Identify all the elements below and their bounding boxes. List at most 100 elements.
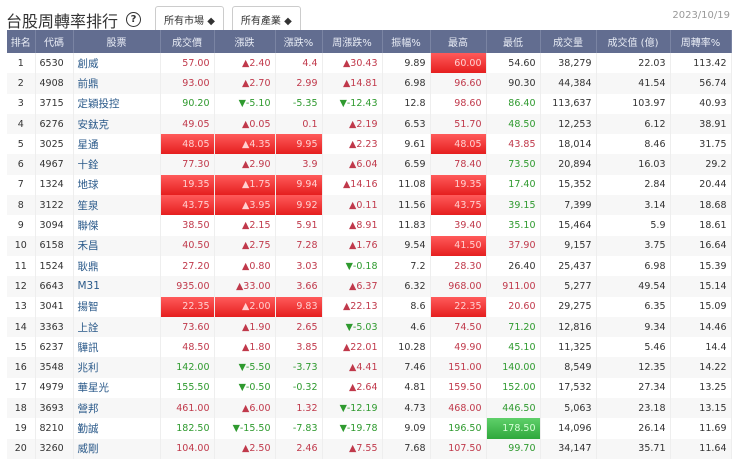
code-cell[interactable]: 3094 bbox=[35, 215, 74, 236]
code-cell[interactable]: 6643 bbox=[35, 276, 74, 297]
code-cell[interactable]: 6276 bbox=[35, 113, 74, 135]
change-pct-cell: -7.83 bbox=[275, 418, 323, 439]
column-header[interactable]: 最低 bbox=[486, 30, 541, 53]
stock-name-cell[interactable]: 揚智 bbox=[73, 296, 161, 317]
volume-cell: 11,325 bbox=[540, 337, 597, 358]
table-row[interactable]: 15 6237 驊訊 48.50 ▲1.80 3.85 ▲22.01 10.28 49.90 45… bbox=[7, 337, 732, 358]
high-cell: 39.40 bbox=[430, 215, 487, 236]
rank-cell: 18 bbox=[7, 398, 36, 419]
table-row[interactable]: 12 6643 M31 935.00 ▲33.00 3.66 ▲6.37 6.32 968.00… bbox=[7, 276, 732, 297]
table-row[interactable]: 8 3122 笙泉 43.75 ▲3.95 9.92 ▲0.11 11.56 43.75 39.1… bbox=[7, 195, 732, 216]
table-row[interactable]: 5 3025 星通 48.05 ▲4.35 9.95 ▲2.23 9.61 48.05 43.85… bbox=[7, 134, 732, 155]
stock-name-cell[interactable]: 十銓 bbox=[73, 154, 161, 175]
table-row[interactable]: 11 1524 耿鼎 27.20 ▲0.80 3.03 ▼-0.18 7.2 28.30 26.4… bbox=[7, 255, 732, 277]
stock-name-cell[interactable]: 上詮 bbox=[73, 316, 161, 338]
stock-name-cell[interactable]: 笙泉 bbox=[73, 195, 161, 216]
value-cell: 49.54 bbox=[596, 276, 671, 297]
code-cell[interactable]: 1524 bbox=[35, 255, 74, 277]
code-cell[interactable]: 4908 bbox=[35, 73, 74, 94]
table-row[interactable]: 1 6530 創威 57.00 ▲2.40 4.4 ▲30.43 9.89 60.00 54.60… bbox=[7, 53, 732, 74]
stock-name-cell[interactable]: 驊訊 bbox=[73, 337, 161, 358]
table-row[interactable]: 20 3260 威剛 104.00 ▲2.50 2.46 ▲7.55 7.68 107.50 99… bbox=[7, 438, 732, 459]
help-icon[interactable]: ? bbox=[126, 12, 142, 27]
market-select[interactable]: 所有市場 ◆ bbox=[155, 6, 224, 33]
column-header[interactable]: 周漲跌% bbox=[322, 30, 383, 53]
column-header[interactable]: 漲跌 bbox=[214, 30, 276, 53]
table-row[interactable]: 18 3693 營邦 461.00 ▲6.00 1.32 ▼-12.19 4.73 468.00… bbox=[7, 398, 732, 419]
low-cell: 446.50 bbox=[486, 398, 541, 419]
table-row[interactable]: 6 4967 十銓 77.30 ▲2.90 3.9 ▲6.04 6.59 78.40 73.50 2… bbox=[7, 154, 732, 175]
code-cell[interactable]: 6158 bbox=[35, 235, 74, 256]
code-cell[interactable]: 6237 bbox=[35, 337, 74, 358]
column-header[interactable]: 周轉率% bbox=[670, 30, 732, 53]
table-row[interactable]: 10 6158 禾昌 40.50 ▲2.75 7.28 ▲1.76 9.54 41.50 37.9… bbox=[7, 235, 732, 256]
table-row[interactable]: 19 8210 勤誠 182.50 ▼-15.50 -7.83 ▼-19.78 9.09 196… bbox=[7, 418, 732, 439]
code-cell[interactable]: 4979 bbox=[35, 377, 74, 399]
code-cell[interactable]: 8210 bbox=[35, 418, 74, 439]
rank-cell: 9 bbox=[7, 215, 36, 236]
stock-name-cell[interactable]: 安鈦克 bbox=[73, 113, 161, 135]
stock-name-cell[interactable]: 前鼎 bbox=[73, 73, 161, 94]
change-pct-cell: -3.73 bbox=[275, 357, 323, 378]
table-row[interactable]: 3 3715 定穎投控 90.20 ▼-5.10 -5.35 ▼-12.43 12.8 98.6… bbox=[7, 93, 732, 114]
code-cell[interactable]: 1324 bbox=[35, 174, 74, 196]
column-header[interactable]: 成交值 (億) bbox=[596, 30, 671, 53]
change-pct-cell: 3.66 bbox=[275, 276, 323, 297]
price-cell: 73.60 bbox=[160, 316, 215, 338]
change-pct-cell: 9.92 bbox=[275, 195, 323, 216]
column-header[interactable]: 成交量 bbox=[540, 30, 597, 53]
column-header[interactable]: 漲跌% bbox=[275, 30, 323, 53]
table-row[interactable]: 13 3041 揚智 22.35 ▲2.00 9.83 ▲22.13 8.6 22.35 20.6… bbox=[7, 296, 732, 317]
table-row[interactable]: 2 4908 前鼎 93.00 ▲2.70 2.99 ▲14.81 6.98 96.60 90.3… bbox=[7, 73, 732, 94]
code-cell[interactable]: 3363 bbox=[35, 316, 74, 338]
amplitude-cell: 11.08 bbox=[382, 174, 431, 196]
volume-cell: 17,532 bbox=[540, 377, 597, 399]
code-cell[interactable]: 3260 bbox=[35, 438, 74, 459]
amplitude-cell: 9.09 bbox=[382, 418, 431, 439]
column-header[interactable]: 振幅% bbox=[382, 30, 431, 53]
change-pct-cell: 9.83 bbox=[275, 296, 323, 317]
column-header[interactable]: 成交價 bbox=[160, 30, 215, 53]
price-cell: 142.00 bbox=[160, 357, 215, 378]
stock-name-cell[interactable]: 耿鼎 bbox=[73, 255, 161, 277]
value-cell: 22.03 bbox=[596, 53, 671, 74]
code-cell[interactable]: 4967 bbox=[35, 154, 74, 175]
volume-cell: 5,277 bbox=[540, 276, 597, 297]
stock-name-cell[interactable]: 兆利 bbox=[73, 357, 161, 378]
table-row[interactable]: 9 3094 聯傑 38.50 ▲2.15 5.91 ▲8.91 11.83 39.40 35.1… bbox=[7, 215, 732, 236]
volume-cell: 15,352 bbox=[540, 174, 597, 196]
stock-name-cell[interactable]: 華星光 bbox=[73, 377, 161, 399]
stock-name-cell[interactable]: 地球 bbox=[73, 174, 161, 196]
stock-name-cell[interactable]: 營邦 bbox=[73, 398, 161, 419]
stock-name-cell[interactable]: 定穎投控 bbox=[73, 93, 161, 114]
column-header[interactable]: 最高 bbox=[430, 30, 487, 53]
stock-name-cell[interactable]: 威剛 bbox=[73, 438, 161, 459]
stock-name-cell[interactable]: 聯傑 bbox=[73, 215, 161, 236]
low-cell: 20.60 bbox=[486, 296, 541, 317]
stock-name-cell[interactable]: 星通 bbox=[73, 134, 161, 155]
column-header[interactable]: 股票 bbox=[73, 30, 161, 53]
column-header[interactable]: 排名 bbox=[7, 30, 36, 53]
turnover-cell: 18.61 bbox=[670, 215, 732, 236]
stock-name-cell[interactable]: 勤誠 bbox=[73, 418, 161, 439]
code-cell[interactable]: 3715 bbox=[35, 93, 74, 114]
table-row[interactable]: 17 4979 華星光 155.50 ▼-0.50 -0.32 ▲2.64 4.81 159.5… bbox=[7, 377, 732, 399]
code-cell[interactable]: 3693 bbox=[35, 398, 74, 419]
table-row[interactable]: 4 6276 安鈦克 49.05 ▲0.05 0.1 ▲2.19 6.53 51.70 48.50… bbox=[7, 113, 732, 135]
stock-name-cell[interactable]: 創威 bbox=[73, 53, 161, 74]
table-row[interactable]: 7 1324 地球 19.35 ▲1.75 9.94 ▲14.16 11.08 19.35 17.… bbox=[7, 174, 732, 196]
code-cell[interactable]: 3041 bbox=[35, 296, 74, 317]
stock-name-cell[interactable]: 禾昌 bbox=[73, 235, 161, 256]
code-cell[interactable]: 3122 bbox=[35, 195, 74, 216]
table-row[interactable]: 14 3363 上詮 73.60 ▲1.90 2.65 ▼-5.03 4.6 74.50 71.2… bbox=[7, 316, 732, 338]
column-header[interactable]: 代碼 bbox=[35, 30, 74, 53]
stock-name-cell[interactable]: M31 bbox=[73, 276, 161, 297]
table-row[interactable]: 16 3548 兆利 142.00 ▼-5.50 -3.73 ▲4.41 7.46 151.00… bbox=[7, 357, 732, 378]
rank-cell: 19 bbox=[7, 418, 36, 439]
code-cell[interactable]: 3548 bbox=[35, 357, 74, 378]
code-cell[interactable]: 3025 bbox=[35, 134, 74, 155]
industry-select[interactable]: 所有產業 ◆ bbox=[231, 6, 301, 33]
low-cell: 71.20 bbox=[486, 316, 541, 338]
volume-cell: 34,147 bbox=[540, 438, 597, 459]
code-cell[interactable]: 6530 bbox=[35, 53, 74, 74]
